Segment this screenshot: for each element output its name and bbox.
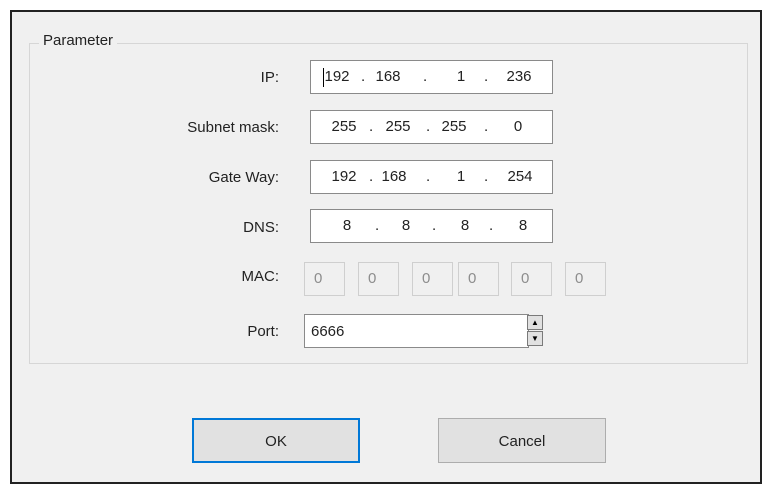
gateway-octet-3[interactable]: 1 (444, 168, 478, 185)
spin-up-arrow-icon[interactable]: ▲ (527, 315, 543, 330)
subnet-octet-3[interactable]: 255 (437, 118, 471, 135)
mac-field-5: 0 (511, 262, 552, 296)
dns-octet-2[interactable]: 8 (389, 217, 423, 234)
mac-field-4: 0 (458, 262, 499, 296)
network-parameter-dialog: Parameter IP: 192 . 168 . 1 . 236 Subnet… (10, 10, 762, 484)
subnet-separator: . (484, 118, 489, 135)
gateway-separator: . (484, 168, 489, 185)
ip-octet-2[interactable]: 168 (371, 68, 405, 85)
gateway-field[interactable]: 192 . 168 . 1 . 254 (310, 160, 553, 194)
spin-down-arrow-icon[interactable]: ▼ (527, 331, 543, 346)
cancel-button[interactable]: Cancel (438, 418, 606, 463)
subnet-separator: . (369, 118, 374, 135)
mac-field-1: 0 (304, 262, 345, 296)
mac-field-2: 0 (358, 262, 399, 296)
subnet-mask-field[interactable]: 255 . 255 . 255 . 0 (310, 110, 553, 144)
dns-field[interactable]: 8 . 8 . 8 . 8 (310, 209, 553, 243)
subnet-separator: . (426, 118, 431, 135)
ip-octet-1[interactable]: 192 (320, 68, 354, 85)
gateway-octet-1[interactable]: 192 (327, 168, 361, 185)
subnet-octet-1[interactable]: 255 (327, 118, 361, 135)
ip-octet-4[interactable]: 236 (502, 68, 536, 85)
dns-octet-3[interactable]: 8 (448, 217, 482, 234)
ok-button[interactable]: OK (192, 418, 360, 463)
ip-separator: . (423, 68, 428, 85)
dns-octet-1[interactable]: 8 (330, 217, 364, 234)
dns-separator: . (375, 217, 380, 234)
subnet-octet-4[interactable]: 0 (501, 118, 535, 135)
mac-field-3: 0 (412, 262, 453, 296)
gateway-separator: . (426, 168, 431, 185)
parameter-group-title: Parameter (39, 32, 118, 49)
gateway-label: Gate Way: (208, 169, 279, 186)
dns-octet-4[interactable]: 8 (506, 217, 540, 234)
subnet-octet-2[interactable]: 255 (381, 118, 415, 135)
mac-label: MAC: (241, 268, 280, 285)
subnet-mask-label: Subnet mask: (187, 119, 279, 136)
ip-label: IP: (260, 69, 279, 86)
port-input[interactable]: 6666 (304, 314, 529, 348)
dns-separator: . (432, 217, 437, 234)
ip-separator: . (361, 68, 366, 85)
gateway-separator: . (369, 168, 374, 185)
mac-field-6: 0 (565, 262, 606, 296)
ip-separator: . (484, 68, 489, 85)
ip-octet-3[interactable]: 1 (444, 68, 478, 85)
ip-address-field[interactable]: 192 . 168 . 1 . 236 (310, 60, 553, 94)
port-label: Port: (247, 323, 279, 340)
gateway-octet-4[interactable]: 254 (503, 168, 537, 185)
dns-label: DNS: (243, 219, 279, 236)
gateway-octet-2[interactable]: 168 (377, 168, 411, 185)
port-spinner[interactable]: ▲ ▼ (527, 315, 543, 347)
dns-separator: . (489, 217, 494, 234)
